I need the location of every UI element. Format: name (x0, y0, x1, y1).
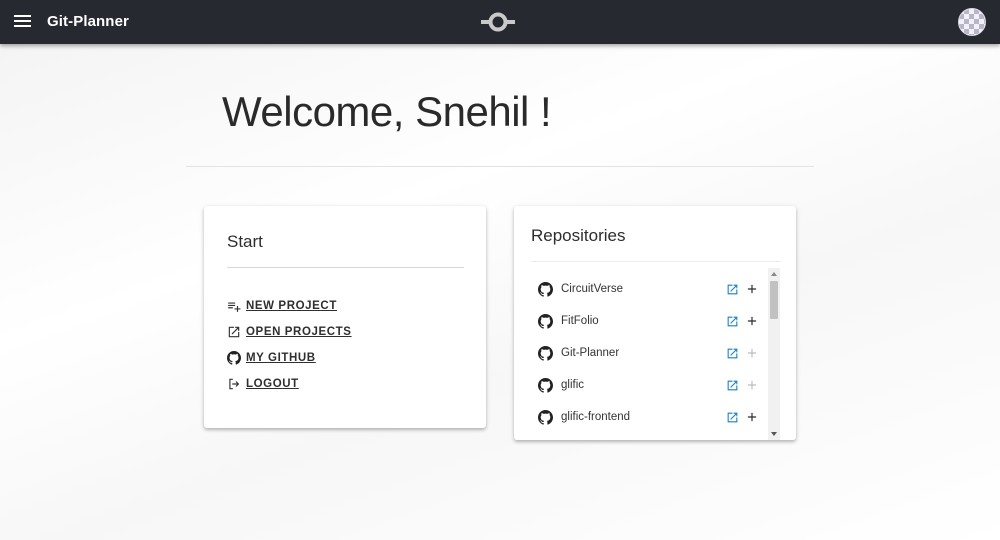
add-icon-disabled (747, 348, 757, 358)
new-project-link[interactable]: NEW PROJECT (227, 297, 337, 315)
repository-name: glific (561, 379, 585, 391)
github-icon (227, 351, 241, 365)
start-card-title: Start (227, 232, 263, 251)
scrollbar-thumb[interactable] (770, 281, 778, 319)
app-bar: Git-Planner (0, 0, 1000, 44)
logout-label: LOGOUT (246, 378, 299, 390)
repositories-card-divider (531, 261, 781, 262)
menu-icon[interactable] (14, 13, 31, 31)
repository-list[interactable]: CircuitVerse FitFolio Git-Planner glific… (531, 268, 781, 440)
list-item: glific-frontend (531, 402, 771, 434)
repository-name: glific-frontend (561, 411, 631, 423)
my-github-label: MY GITHUB (246, 352, 316, 364)
add-icon[interactable] (745, 410, 759, 424)
user-avatar[interactable] (958, 8, 986, 36)
add-icon-disabled (747, 380, 757, 390)
welcome-heading: Welcome, Snehil ! (222, 88, 552, 135)
open-in-new-icon[interactable] (726, 315, 739, 328)
github-icon (538, 314, 553, 329)
github-icon (538, 282, 553, 297)
app-title: Git-Planner (47, 13, 129, 30)
welcome-divider (186, 166, 814, 167)
new-project-label: NEW PROJECT (246, 300, 337, 312)
my-github-link[interactable]: MY GITHUB (227, 349, 316, 367)
list-item: Git-Planner (531, 338, 771, 370)
list-item: CircuitVerse (531, 274, 771, 306)
scroll-down-arrow-icon[interactable] (771, 432, 777, 436)
add-icon[interactable] (745, 282, 759, 296)
scroll-up-arrow-icon[interactable] (771, 272, 777, 276)
repository-list-scrollbar[interactable] (768, 268, 780, 440)
logout-link[interactable]: LOGOUT (227, 375, 299, 393)
open-projects-link[interactable]: OPEN PROJECTS (227, 323, 352, 341)
repositories-card-title: Repositories (531, 226, 626, 245)
add-icon[interactable] (745, 314, 759, 328)
list-item: glific (531, 370, 771, 402)
github-icon (538, 378, 553, 393)
open-in-new-icon[interactable] (726, 411, 739, 424)
repository-name: Git-Planner (561, 347, 620, 359)
repositories-card: Repositories CircuitVerse FitFolio Git-P… (514, 206, 796, 440)
playlist-add-icon (228, 302, 241, 312)
open-in-new-icon[interactable] (726, 379, 739, 392)
open-projects-label: OPEN PROJECTS (246, 326, 352, 338)
open-in-new-icon[interactable] (726, 283, 739, 296)
list-item: FitFolio (531, 306, 771, 338)
repository-name: FitFolio (561, 315, 599, 327)
open-in-new-icon[interactable] (726, 347, 739, 360)
github-icon (538, 410, 553, 425)
repository-name: CircuitVerse (561, 283, 623, 295)
start-card: Start NEW PROJECT OPEN PROJECTS MY GITHU… (204, 206, 486, 428)
list-item: ikyadi (531, 434, 771, 440)
git-commit-logo-icon (481, 12, 515, 32)
logout-icon (229, 378, 240, 390)
github-icon (538, 346, 553, 361)
start-card-divider (227, 267, 464, 268)
open-in-new-icon (228, 326, 240, 338)
